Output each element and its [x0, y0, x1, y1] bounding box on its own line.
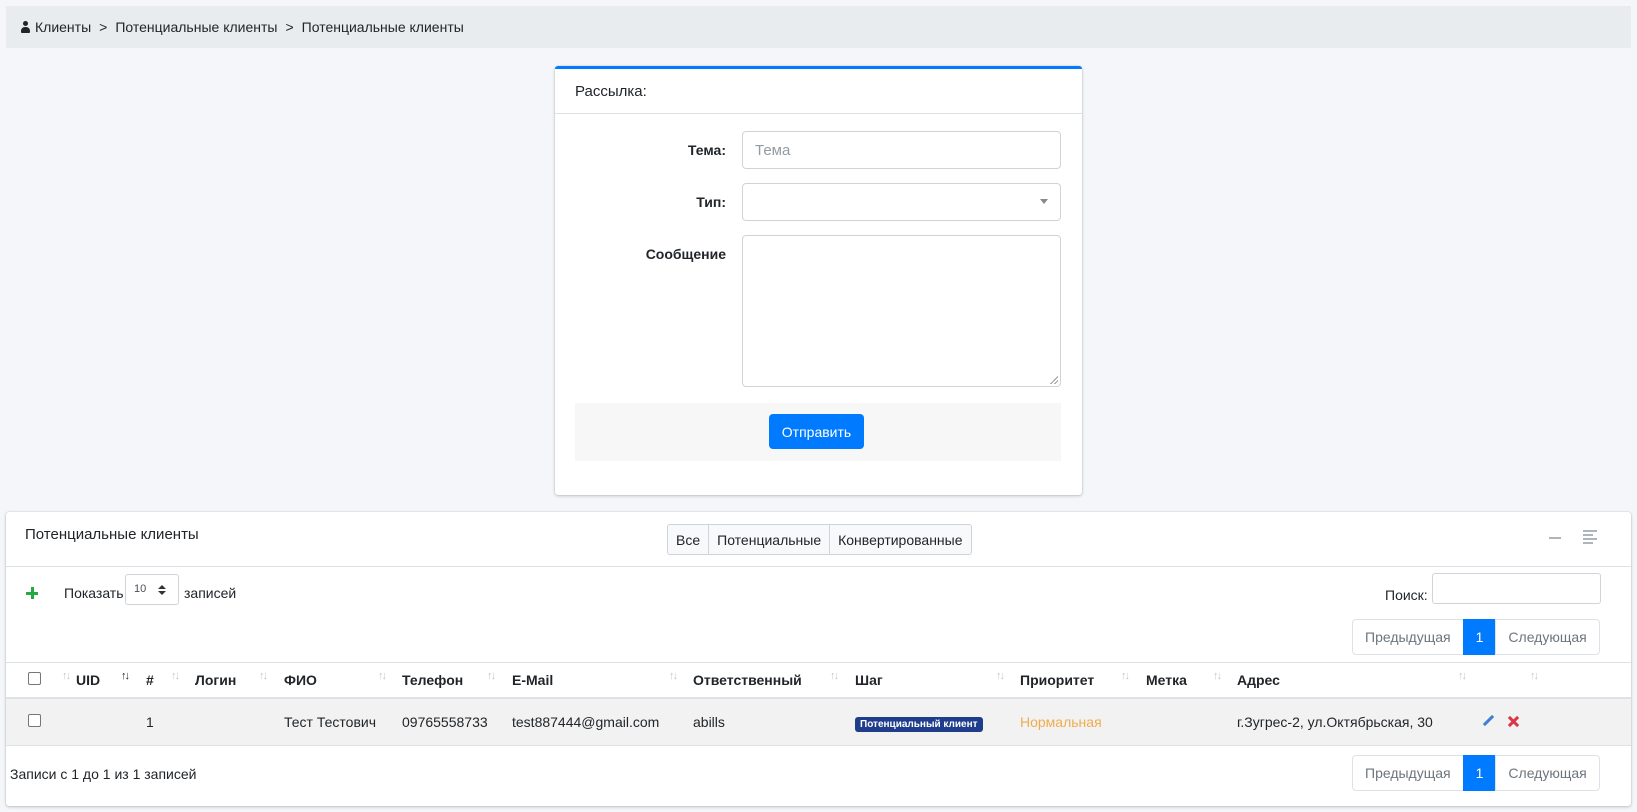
- pencil-icon[interactable]: [1482, 715, 1494, 727]
- step-badge: Потенциальный клиент: [855, 716, 983, 732]
- search-label: Поиск:: [1385, 587, 1428, 603]
- mailing-card: Рассылка: Тема: Тип: Сообщение Отправить: [555, 66, 1082, 495]
- header-select-all: ↑↓: [6, 662, 76, 699]
- chevron-down-icon: [1040, 199, 1048, 204]
- sort-icon[interactable]: ↑↓: [669, 670, 678, 682]
- subject-input[interactable]: [742, 131, 1061, 169]
- page-length-select[interactable]: 10: [125, 574, 179, 605]
- cell-uid: [76, 697, 146, 746]
- send-button[interactable]: Отправить: [769, 414, 864, 449]
- table-header-row: ↑↓ UID ↑↓ # ↑↓ Логин ↑↓ ФИО ↑↓ Телефон ↑↓ E-M…: [6, 662, 1631, 699]
- breadcrumb-item-current: Потенциальные клиенты: [301, 19, 464, 35]
- select-all-checkbox[interactable]: [28, 671, 41, 685]
- type-select[interactable]: [742, 183, 1061, 221]
- sort-icon[interactable]: ↑↓: [830, 670, 839, 682]
- page-length-value: 10: [134, 583, 147, 595]
- message-textarea[interactable]: [742, 235, 1061, 387]
- sort-icon[interactable]: ↑↓: [487, 670, 496, 682]
- sort-icon[interactable]: ↑↓: [1213, 670, 1222, 682]
- filter-button-group: Все Потенциальные Конвертированные: [667, 524, 972, 555]
- pagination-top: Предыдущая 1 Следующая: [1352, 619, 1600, 655]
- pagination-next[interactable]: Следующая: [1495, 619, 1600, 655]
- cell-phone: 09765558733: [402, 697, 512, 746]
- breadcrumb-item-potential[interactable]: Потенциальные клиенты: [115, 19, 277, 35]
- breadcrumb-separator: >: [285, 19, 294, 35]
- subject-label: Тема:: [687, 142, 726, 158]
- cell-actions: [1482, 697, 1631, 746]
- row-select-cell: [6, 697, 76, 746]
- plus-icon[interactable]: [26, 587, 38, 599]
- header-responsible[interactable]: Ответственный ↑↓: [693, 662, 855, 699]
- header-priority[interactable]: Приоритет ↑↓: [1020, 662, 1146, 699]
- clients-card-title: Потенциальные клиенты: [25, 526, 199, 543]
- row-checkbox[interactable]: [28, 713, 41, 727]
- sort-down-icon: [158, 591, 166, 595]
- sort-icon[interactable]: ↑↓: [1121, 670, 1130, 682]
- header-actions: ↑↓: [1482, 662, 1631, 699]
- filter-all-button[interactable]: Все: [667, 524, 710, 555]
- clients-table: ↑↓ UID ↑↓ # ↑↓ Логин ↑↓ ФИО ↑↓ Телефон ↑↓ E-M…: [6, 662, 1631, 746]
- sort-icon[interactable]: ↑↓: [62, 670, 71, 682]
- table-info: Записи с 1 до 1 из 1 записей: [10, 766, 197, 782]
- pagination-prev[interactable]: Предыдущая: [1352, 619, 1464, 655]
- resize-grip-icon[interactable]: [1050, 376, 1058, 384]
- search-input[interactable]: [1432, 573, 1601, 604]
- cell-label: [1146, 697, 1237, 746]
- pagination-bottom: Предыдущая 1 Следующая: [1352, 755, 1600, 791]
- clients-card-header: Потенциальные клиенты Все Потенциальные …: [6, 512, 1631, 567]
- pagination-next[interactable]: Следующая: [1495, 755, 1600, 791]
- records-label: записей: [184, 585, 237, 601]
- header-step[interactable]: Шаг ↑↓: [855, 662, 1020, 699]
- delete-icon[interactable]: [1508, 716, 1519, 727]
- pagination-page[interactable]: 1: [1462, 619, 1497, 655]
- show-label: Показать: [64, 585, 124, 601]
- sort-icon[interactable]: ↑↓: [171, 670, 180, 682]
- header-fio[interactable]: ФИО ↑↓: [284, 662, 402, 699]
- type-label: Тип:: [696, 194, 726, 210]
- header-email[interactable]: E-Mail ↑↓: [512, 662, 693, 699]
- cell-step: Потенциальный клиент: [855, 697, 1020, 746]
- table-row[interactable]: 1 Тест Тестович 09765558733 test887444@g…: [6, 697, 1631, 746]
- cell-email: test887444@gmail.com: [512, 697, 693, 746]
- header-label[interactable]: Метка ↑↓: [1146, 662, 1237, 699]
- sort-icon[interactable]: ↑↓: [259, 670, 268, 682]
- cell-fio: Тест Тестович: [284, 697, 402, 746]
- cell-num: 1: [146, 697, 195, 746]
- filter-potential-button[interactable]: Потенциальные: [708, 524, 831, 555]
- sort-icon[interactable]: ↑↓: [121, 670, 130, 682]
- message-label: Сообщение: [645, 246, 726, 262]
- minus-icon[interactable]: [1549, 532, 1561, 544]
- header-login[interactable]: Логин ↑↓: [195, 662, 284, 699]
- header-num[interactable]: # ↑↓: [146, 662, 195, 699]
- header-phone[interactable]: Телефон ↑↓: [402, 662, 512, 699]
- sort-icon[interactable]: ↑↓: [1458, 670, 1467, 682]
- cell-responsible: abills: [693, 697, 855, 746]
- clients-card: Потенциальные клиенты Все Потенциальные …: [6, 512, 1631, 806]
- breadcrumb-item-clients[interactable]: Клиенты: [35, 19, 91, 35]
- cell-priority: Нормальная: [1020, 697, 1146, 746]
- breadcrumb-separator: >: [99, 19, 108, 35]
- user-icon: [20, 21, 31, 33]
- mailing-card-title: Рассылка:: [555, 69, 1082, 114]
- mailing-card-footer: Отправить: [575, 403, 1061, 461]
- sort-up-icon: [158, 585, 166, 589]
- sort-icon[interactable]: ↑↓: [996, 670, 1005, 682]
- pagination-prev[interactable]: Предыдущая: [1352, 755, 1464, 791]
- cell-address: г.Зугрес-2, ул.Октябрьская, 30: [1237, 697, 1482, 746]
- message-wrapper: [742, 235, 1061, 387]
- pagination-page[interactable]: 1: [1462, 755, 1497, 791]
- breadcrumb: Клиенты > Потенциальные клиенты > Потенц…: [6, 6, 1631, 48]
- sort-icon[interactable]: ↑↓: [378, 670, 387, 682]
- priority-text: Нормальная: [1020, 713, 1102, 730]
- filter-converted-button[interactable]: Конвертированные: [829, 524, 972, 555]
- sort-icon[interactable]: ↑↓: [1530, 670, 1539, 682]
- list-icon[interactable]: [1583, 530, 1597, 544]
- cell-login: [195, 697, 284, 746]
- header-uid[interactable]: UID ↑↓: [76, 662, 146, 699]
- header-address[interactable]: Адрес ↑↓: [1237, 662, 1482, 699]
